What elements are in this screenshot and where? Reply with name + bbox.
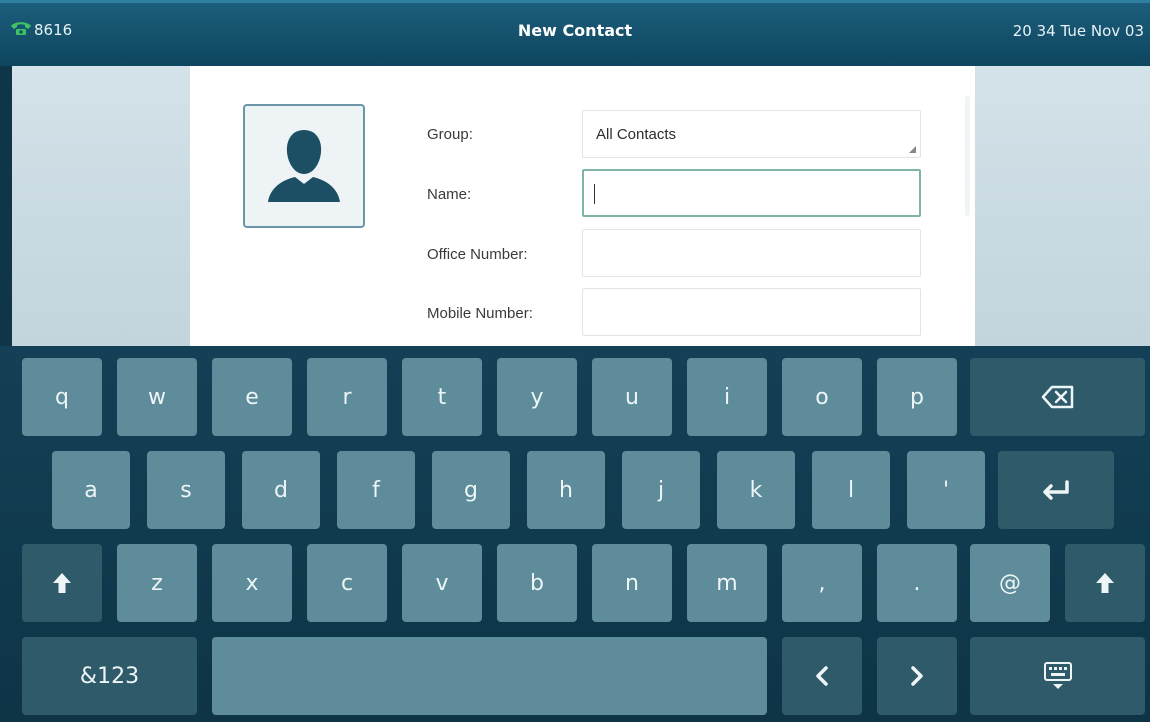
mobile-number-label: Mobile Number: [427,305,533,322]
key-j[interactable]: j [622,451,700,529]
enter-key[interactable] [998,451,1114,529]
key-f[interactable]: f [337,451,415,529]
key-g[interactable]: g [432,451,510,529]
arrow-left-icon [815,665,829,687]
name-field[interactable] [582,169,921,217]
left-side-panel [12,66,190,346]
shift-key-left[interactable] [22,544,102,622]
cursor-right-key[interactable] [877,637,957,715]
key-d[interactable]: d [242,451,320,529]
backspace-key[interactable] [970,358,1145,436]
key-a[interactable]: a [52,451,130,529]
name-label: Name: [427,186,472,203]
key-m[interactable]: m [687,544,767,622]
enter-icon [1041,479,1071,501]
right-side-panel [975,66,1150,346]
mobile-number-field[interactable] [582,288,921,336]
key-y[interactable]: y [497,358,577,436]
hide-keyboard-key[interactable] [970,637,1145,715]
key-s[interactable]: s [147,451,225,529]
key-r[interactable]: r [307,358,387,436]
space-bar[interactable] [212,637,767,715]
office-number-label: Office Number: [427,246,528,263]
shift-icon [1095,572,1115,594]
key-v[interactable]: v [402,544,482,622]
contact-photo[interactable] [243,104,365,228]
key-period[interactable]: . [877,544,957,622]
key-comma[interactable]: , [782,544,862,622]
cursor-left-key[interactable] [782,637,862,715]
form-scrollbar[interactable] [965,96,970,216]
arrow-right-icon [910,665,924,687]
dropdown-corner-icon [909,146,916,153]
group-label: Group: [427,126,473,143]
datetime: 20 34 Tue Nov 03 [1012,22,1144,40]
key-k[interactable]: k [717,451,795,529]
key-p[interactable]: p [877,358,957,436]
key-b[interactable]: b [497,544,577,622]
key-apostrophe[interactable]: ' [907,451,985,529]
key-at[interactable]: @ [970,544,1050,622]
page-title: New Contact [517,21,633,40]
key-c[interactable]: c [307,544,387,622]
keyboard-hide-icon [1042,660,1074,692]
group-select-value: All Contacts [596,126,677,143]
shift-icon [52,572,72,594]
group-select[interactable]: All Contacts [582,110,921,158]
shift-key-right[interactable] [1065,544,1145,622]
symbols-key[interactable]: &123 [22,637,197,715]
key-q[interactable]: q [22,358,102,436]
person-icon [262,124,346,208]
key-x[interactable]: x [212,544,292,622]
key-e[interactable]: e [212,358,292,436]
office-number-field[interactable] [582,229,921,277]
key-w[interactable]: w [117,358,197,436]
key-t[interactable]: t [402,358,482,436]
key-o[interactable]: o [782,358,862,436]
key-l[interactable]: l [812,451,890,529]
key-z[interactable]: z [117,544,197,622]
key-u[interactable]: u [592,358,672,436]
key-i[interactable]: i [687,358,767,436]
key-n[interactable]: n [592,544,672,622]
backspace-icon [1041,385,1075,409]
key-h[interactable]: h [527,451,605,529]
status-bar: 8616 New Contact 20 34 Tue Nov 03 [0,0,1150,66]
text-cursor [594,184,595,204]
